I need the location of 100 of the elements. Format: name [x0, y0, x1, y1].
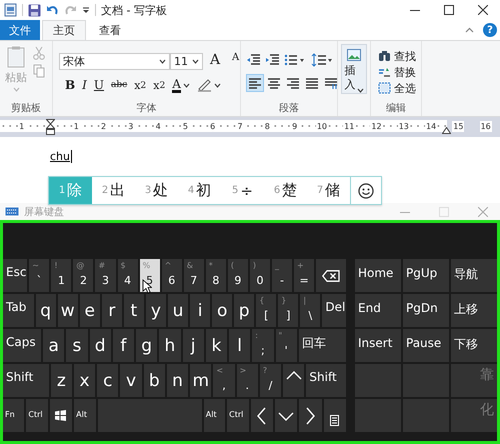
indent-marker-icon[interactable]: [46, 119, 55, 135]
key[interactable]: | \: [300, 294, 320, 327]
key[interactable]: z: [50, 364, 72, 397]
insert-button[interactable]: 插入: [341, 44, 367, 94]
key[interactable]: ) 0: [250, 259, 270, 292]
key[interactable]: ! 1: [51, 259, 72, 292]
underline-button[interactable]: U: [92, 76, 106, 94]
key[interactable]: l: [229, 329, 250, 362]
key[interactable]: a: [43, 329, 64, 362]
key[interactable]: Shift: [3, 364, 49, 397]
key[interactable]: Esc: [3, 259, 28, 292]
maximize-icon[interactable]: [444, 5, 454, 15]
key[interactable]: Insert: [355, 329, 401, 362]
key[interactable]: : ;: [252, 329, 274, 362]
key[interactable]: o: [212, 294, 232, 327]
windows-key[interactable]: [50, 399, 72, 432]
key[interactable]: 下移: [451, 329, 497, 362]
find-button[interactable]: 查找: [378, 48, 416, 64]
key[interactable]: c: [97, 364, 118, 397]
key[interactable]: e: [80, 294, 100, 327]
key[interactable]: + =: [294, 259, 314, 292]
strikethrough-button[interactable]: abc: [109, 76, 130, 94]
key[interactable]: Del: [322, 294, 346, 327]
smiley-icon[interactable]: [358, 182, 374, 198]
key[interactable]: PgUp: [403, 259, 449, 292]
key[interactable]: Tab: [3, 294, 34, 327]
undo-icon[interactable]: [46, 4, 59, 16]
key[interactable]: g: [136, 329, 158, 362]
key[interactable]: x: [74, 364, 96, 397]
candidate[interactable]: 6 楚: [264, 177, 307, 204]
key[interactable]: n: [166, 364, 188, 397]
key[interactable]: } ]: [278, 294, 298, 327]
key[interactable]: Home: [355, 259, 401, 292]
key[interactable]: & 7: [184, 259, 204, 292]
key[interactable]: Alt: [204, 399, 226, 432]
grow-font-button[interactable]: A: [208, 52, 230, 70]
key[interactable]: * 8: [206, 259, 226, 292]
key[interactable]: Shift: [306, 364, 346, 397]
key[interactable]: v: [120, 364, 142, 397]
italic-button[interactable]: I: [80, 76, 89, 94]
key[interactable]: m: [190, 364, 212, 397]
arrow-key[interactable]: [299, 399, 322, 432]
key[interactable]: $ 4: [118, 259, 138, 292]
arrow-key[interactable]: [274, 399, 298, 432]
candidate[interactable]: 3 处: [135, 177, 178, 204]
font-size-field[interactable]: 11: [170, 52, 203, 70]
shrink-font-button[interactable]: A: [230, 52, 252, 70]
arrow-key[interactable]: [283, 364, 304, 397]
customize-dropdown-icon[interactable]: [82, 5, 90, 15]
key[interactable]: j: [182, 329, 204, 362]
key[interactable]: 上移: [451, 294, 497, 327]
key[interactable]: " ': [276, 329, 297, 362]
key[interactable]: p: [234, 294, 254, 327]
save-icon[interactable]: [28, 4, 41, 16]
bullet-list-icon[interactable]: [284, 53, 306, 67]
font-name-field[interactable]: 宋体: [59, 52, 170, 70]
key[interactable]: k: [206, 329, 228, 362]
key[interactable]: # 3: [95, 259, 116, 292]
bold-button[interactable]: B: [63, 76, 78, 94]
backspace-key[interactable]: [316, 259, 346, 292]
key[interactable]: Ctrl: [227, 399, 248, 432]
key[interactable]: ( 9: [228, 259, 248, 292]
arrow-key[interactable]: [250, 399, 273, 432]
font-color-button[interactable]: A: [170, 76, 192, 94]
key[interactable]: PgDn: [403, 294, 449, 327]
candidate[interactable]: 7 储: [307, 177, 350, 204]
key[interactable]: i: [190, 294, 210, 327]
candidate[interactable]: 2 出: [92, 177, 135, 204]
key[interactable]: f: [112, 329, 134, 362]
collapse-ribbon-icon[interactable]: [465, 27, 474, 33]
key[interactable]: h: [159, 329, 181, 362]
key[interactable]: w: [58, 294, 78, 327]
key[interactable]: s: [66, 329, 88, 362]
align-left-button[interactable]: [246, 74, 264, 92]
key[interactable]: 回车: [298, 329, 346, 362]
key[interactable]: ~ `: [29, 259, 50, 292]
help-button[interactable]: ?: [483, 23, 497, 37]
key[interactable]: q: [36, 294, 56, 327]
file-menu-tab[interactable]: 文件: [0, 20, 40, 40]
candidate[interactable]: 4初: [178, 177, 221, 204]
decrease-indent-icon[interactable]: [246, 53, 260, 67]
increase-indent-icon[interactable]: [265, 53, 279, 67]
right-indent-marker-icon[interactable]: [442, 127, 451, 134]
key[interactable]: d: [90, 329, 111, 362]
key[interactable]: Fn: [3, 399, 24, 432]
key[interactable]: Alt: [74, 399, 96, 432]
menu-key[interactable]: [324, 399, 346, 432]
key[interactable]: Pause: [403, 329, 449, 362]
paragraph-icon[interactable]: [324, 76, 338, 90]
replace-button[interactable]: 替换: [378, 64, 416, 80]
key[interactable]: < ,: [213, 364, 235, 397]
key[interactable]: t: [124, 294, 144, 327]
key[interactable]: { [: [256, 294, 276, 327]
ribbon-tab[interactable]: 主页: [42, 20, 86, 40]
key[interactable]: y: [146, 294, 166, 327]
key[interactable]: _ -: [272, 259, 292, 292]
key[interactable]: 导航: [451, 259, 497, 292]
select-all-button[interactable]: 全选: [378, 80, 416, 96]
key[interactable]: End: [355, 294, 401, 327]
close-icon[interactable]: [478, 5, 488, 15]
